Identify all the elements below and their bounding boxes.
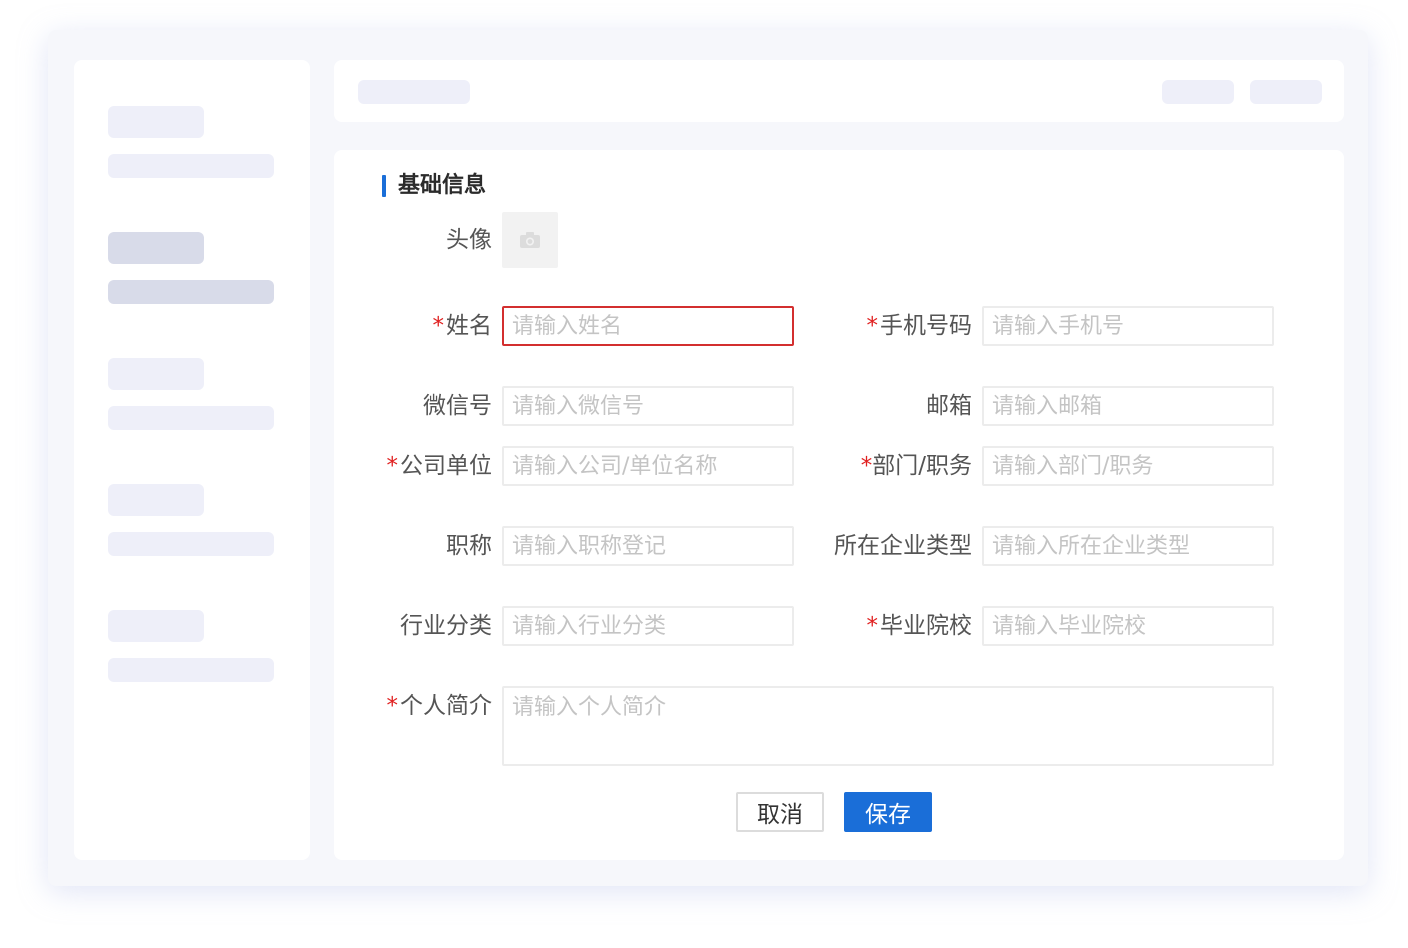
avatar-upload[interactable] (502, 212, 558, 268)
sidebar-skeleton-item-active[interactable] (108, 232, 204, 264)
email-input[interactable] (982, 386, 1274, 426)
required-marker: * (860, 453, 873, 479)
sidebar-skeleton-line (108, 658, 274, 682)
sidebar-skeleton-line (108, 154, 274, 178)
phone-input[interactable] (982, 306, 1274, 346)
required-marker: * (386, 693, 399, 719)
name-label: *姓名 (432, 313, 493, 339)
wechat-input[interactable] (502, 386, 794, 426)
bio-label: *个人简介 (386, 693, 493, 719)
wechat-label: 微信号 (423, 393, 492, 419)
industry-input[interactable] (502, 606, 794, 646)
required-marker: * (866, 313, 879, 339)
required-marker: * (866, 613, 879, 639)
company-input[interactable] (502, 446, 794, 486)
topbar-skeleton-button[interactable] (1162, 80, 1234, 104)
job-title-input[interactable] (502, 526, 794, 566)
section-title: 基础信息 (398, 173, 487, 198)
section-accent-bar (382, 175, 386, 197)
sidebar-skeleton-item[interactable] (108, 484, 204, 516)
save-button[interactable]: 保存 (844, 792, 932, 832)
sidebar-skeleton-item[interactable] (108, 106, 204, 138)
required-marker: * (432, 313, 445, 339)
phone-label: *手机号码 (866, 313, 973, 339)
school-input[interactable] (982, 606, 1274, 646)
department-label: *部门/职务 (860, 453, 972, 479)
topbar-skeleton-button[interactable] (1250, 80, 1322, 104)
enterprise-type-label: 所在企业类型 (834, 533, 972, 559)
job-title-label: 职称 (446, 533, 492, 559)
department-input[interactable] (982, 446, 1274, 486)
sidebar-skeleton-line-active (108, 280, 274, 304)
company-label: *公司单位 (386, 453, 493, 479)
sidebar (74, 60, 310, 860)
sidebar-skeleton-item[interactable] (108, 610, 204, 642)
required-marker: * (386, 453, 399, 479)
sidebar-skeleton-item[interactable] (108, 358, 204, 390)
email-label: 邮箱 (926, 393, 972, 419)
topbar-skeleton-title (358, 80, 470, 104)
camera-icon (520, 232, 540, 248)
sidebar-skeleton-line (108, 406, 274, 430)
top-bar (334, 60, 1344, 122)
school-label: *毕业院校 (866, 613, 973, 639)
app-window: 基础信息 头像 *姓名 *手机号码 微信号 邮箱 (48, 30, 1368, 886)
cancel-button[interactable]: 取消 (736, 792, 824, 832)
industry-label: 行业分类 (400, 613, 492, 639)
bio-textarea[interactable] (502, 686, 1274, 766)
name-input[interactable] (502, 306, 794, 346)
enterprise-type-input[interactable] (982, 526, 1274, 566)
sidebar-skeleton-line (108, 532, 274, 556)
form-panel: 基础信息 头像 *姓名 *手机号码 微信号 邮箱 (334, 150, 1344, 860)
avatar-label: 头像 (446, 227, 492, 253)
